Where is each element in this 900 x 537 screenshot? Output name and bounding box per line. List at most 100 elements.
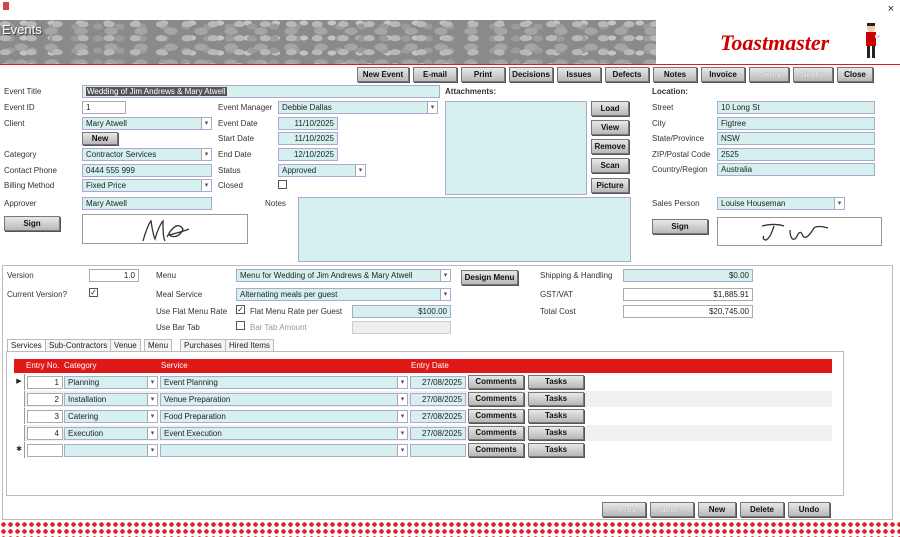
event-id-field[interactable]: 1 (82, 101, 126, 114)
chevron-down-icon[interactable]: ▾ (147, 394, 157, 405)
chevron-down-icon[interactable]: ▾ (397, 394, 407, 405)
new-client-button[interactable]: New (82, 132, 118, 145)
remove-attachment-button[interactable]: Remove (591, 139, 629, 154)
menu-combo[interactable]: Menu for Wedding of Jim Andrews & Mary A… (236, 269, 451, 282)
table-row[interactable]: ▶ 1 Planning ▾ Event Planning ▾ 27/08/2025… (14, 374, 832, 390)
tasks-button[interactable]: Tasks (528, 426, 584, 440)
state-field[interactable]: NSW (717, 132, 875, 145)
notes-button[interactable]: Notes (653, 67, 697, 82)
chevron-down-icon[interactable]: ▾ (355, 165, 365, 176)
subform-new-button[interactable]: New (698, 502, 736, 517)
entry-no-cell[interactable] (27, 444, 63, 457)
comments-button[interactable]: Comments (468, 392, 524, 406)
meal-service-combo[interactable]: Alternating meals per guest ▾ (236, 288, 451, 301)
attachments-box[interactable] (445, 101, 587, 195)
category-cell[interactable]: ▾ (64, 444, 158, 457)
category-cell[interactable]: Execution ▾ (64, 427, 158, 440)
event-title-field[interactable]: Wedding of Jim Andrews & Mary Atwell (82, 85, 440, 98)
bar-tab-amount-field[interactable] (352, 321, 451, 334)
city-field[interactable]: Figtree (717, 117, 875, 130)
client-combo[interactable]: Mary Atwell ▾ (82, 117, 212, 130)
record-selector[interactable]: ▶ (14, 374, 25, 390)
entry-no-cell[interactable]: 2 (27, 393, 63, 406)
subform-next-button[interactable]: Next > (650, 502, 694, 517)
new-record-selector[interactable]: ✱ (14, 442, 25, 458)
tasks-button[interactable]: Tasks (528, 375, 584, 389)
service-cell[interactable]: Event Execution ▾ (160, 427, 408, 440)
country-field[interactable]: Australia (717, 163, 875, 176)
chevron-down-icon[interactable]: ▾ (397, 428, 407, 439)
status-combo[interactable]: Approved ▾ (278, 164, 366, 177)
chevron-down-icon[interactable]: ▾ (440, 289, 450, 300)
service-cell[interactable]: Venue Preparation ▾ (160, 393, 408, 406)
category-cell[interactable]: Catering ▾ (64, 410, 158, 423)
flat-rate-field[interactable]: $100.00 (352, 305, 451, 318)
record-selector[interactable] (14, 425, 25, 441)
chevron-down-icon[interactable]: ▾ (147, 377, 157, 388)
entry-date-cell[interactable]: 27/08/2025 (410, 427, 466, 440)
shipping-field[interactable]: $0.00 (623, 269, 753, 282)
chevron-down-icon[interactable]: ▾ (834, 198, 844, 209)
chevron-down-icon[interactable]: ▾ (440, 270, 450, 281)
notes-field[interactable] (298, 197, 631, 262)
service-cell[interactable]: Food Preparation ▾ (160, 410, 408, 423)
entry-no-cell[interactable]: 3 (27, 410, 63, 423)
category-cell[interactable]: Planning ▾ (64, 376, 158, 389)
next-record-button[interactable]: Next > (793, 67, 833, 82)
end-date-field[interactable]: 12/10/2025 (278, 148, 338, 161)
scan-attachment-button[interactable]: Scan (591, 158, 629, 173)
print-button[interactable]: Print (461, 67, 505, 82)
chevron-down-icon[interactable]: ▾ (147, 411, 157, 422)
picture-attachment-button[interactable]: Picture (591, 178, 629, 193)
entry-no-cell[interactable]: 1 (27, 376, 63, 389)
entry-date-cell[interactable]: 27/08/2025 (410, 393, 466, 406)
defects-button[interactable]: Defects (605, 67, 649, 82)
service-cell[interactable]: ▾ (160, 444, 408, 457)
chevron-down-icon[interactable]: ▾ (427, 102, 437, 113)
entry-no-cell[interactable]: 4 (27, 427, 63, 440)
chevron-down-icon[interactable]: ▾ (147, 428, 157, 439)
comments-button[interactable]: Comments (468, 409, 524, 423)
event-date-field[interactable]: 11/10/2025 (278, 117, 338, 130)
design-menu-button[interactable]: Design Menu (461, 270, 518, 285)
approver-field[interactable]: Mary Atwell (82, 197, 212, 210)
tasks-button[interactable]: Tasks (528, 443, 584, 457)
prev-record-button[interactable]: < Prev (749, 67, 789, 82)
service-cell[interactable]: Event Planning ▾ (160, 376, 408, 389)
approver-sign-button[interactable]: Sign (4, 216, 60, 231)
close-button[interactable]: Close (837, 67, 873, 82)
zip-field[interactable]: 2525 (717, 148, 875, 161)
entry-date-cell[interactable]: 27/08/2025 (410, 410, 466, 423)
closed-checkbox[interactable] (278, 180, 287, 189)
subform-delete-button[interactable]: Delete (740, 502, 784, 517)
record-selector[interactable] (14, 391, 25, 407)
tab-menu[interactable]: Menu (144, 339, 173, 351)
use-flat-rate-checkbox[interactable]: ✓ (236, 305, 245, 314)
comments-button[interactable]: Comments (468, 426, 524, 440)
table-row[interactable]: 2 Installation ▾ Venue Preparation ▾ 27/08… (14, 391, 832, 407)
category-cell[interactable]: Installation ▾ (64, 393, 158, 406)
tab-sub-contractors[interactable]: Sub-Contractors (45, 339, 112, 351)
chevron-down-icon[interactable]: ▾ (147, 445, 157, 456)
tasks-button[interactable]: Tasks (528, 392, 584, 406)
subform-prev-button[interactable]: < Prev (602, 502, 646, 517)
use-bar-tab-checkbox[interactable] (236, 321, 245, 330)
load-attachment-button[interactable]: Load (591, 101, 629, 116)
chevron-down-icon[interactable]: ▾ (201, 118, 211, 129)
tab-venue[interactable]: Venue (110, 339, 141, 351)
view-attachment-button[interactable]: View (591, 120, 629, 135)
chevron-down-icon[interactable]: ▾ (201, 149, 211, 160)
window-close-icon[interactable]: × (888, 3, 894, 15)
invoice-button[interactable]: Invoice (701, 67, 745, 82)
category-combo[interactable]: Contractor Services ▾ (82, 148, 212, 161)
chevron-down-icon[interactable]: ▾ (397, 411, 407, 422)
subform-undo-button[interactable]: Undo (788, 502, 830, 517)
decisions-button[interactable]: Decisions (509, 67, 553, 82)
record-selector[interactable] (14, 408, 25, 424)
table-row[interactable]: 3 Catering ▾ Food Preparation ▾ 27/08/2025… (14, 408, 832, 424)
contact-phone-field[interactable]: 0444 555 999 (82, 164, 212, 177)
street-field[interactable]: 10 Long St (717, 101, 875, 114)
chevron-down-icon[interactable]: ▾ (397, 445, 407, 456)
start-date-field[interactable]: 11/10/2025 (278, 132, 338, 145)
tab-hired-items[interactable]: Hired Items (225, 339, 274, 351)
